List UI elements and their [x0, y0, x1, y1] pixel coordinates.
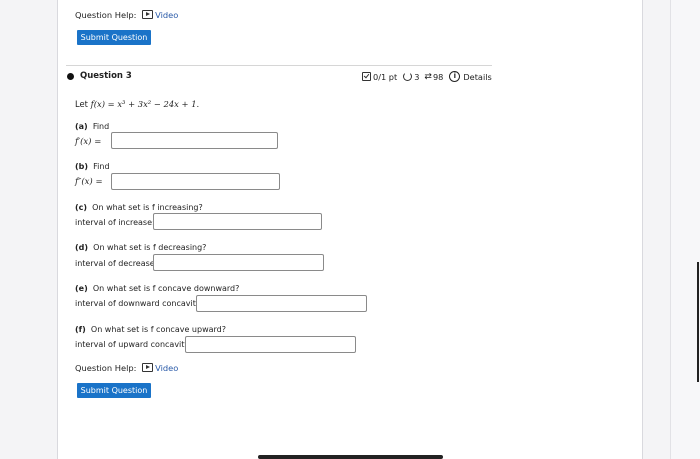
divider: [66, 65, 492, 66]
submissions-icon: ⇄: [424, 71, 432, 82]
question-title: Question 3: [80, 71, 132, 81]
part-f-question: (f) On what set is f concave upward?: [75, 325, 226, 334]
part-b-question: (b) Find: [75, 162, 110, 171]
second-derivative-input[interactable]: [111, 173, 280, 190]
part-d-question: (d) On what set is f decreasing?: [75, 243, 207, 252]
video-link[interactable]: Video: [155, 363, 178, 373]
home-indicator: [258, 455, 443, 459]
question-help-label: Question Help:: [75, 363, 137, 373]
question-help-top: Question Help: Video: [75, 10, 178, 20]
part-a-label: f′(x) =: [75, 137, 102, 147]
derivative-input[interactable]: [111, 132, 278, 149]
question-status-dot: [67, 73, 74, 80]
video-icon[interactable]: [142, 363, 154, 372]
info-icon[interactable]: i: [449, 71, 461, 82]
part-d-label: interval of decrease:: [75, 259, 158, 268]
part-b-label: f″(x) =: [75, 177, 103, 187]
concave-up-input[interactable]: [185, 336, 356, 353]
decrease-interval-input[interactable]: [153, 254, 324, 271]
submit-question-button[interactable]: Submit Question: [77, 30, 151, 45]
video-link[interactable]: Video: [155, 10, 178, 20]
submit-question-button-bottom[interactable]: Submit Question: [77, 383, 151, 398]
submissions-count: 98: [432, 71, 444, 82]
question-help-label: Question Help:: [75, 10, 137, 20]
part-e-question: (e) On what set is f concave downward?: [75, 284, 240, 293]
part-c-label: interval of increase:: [75, 218, 155, 227]
question-meta: 0/1 pt 3 ⇄ 98 i Details: [362, 71, 492, 82]
scrollbar-thumb[interactable]: [697, 262, 699, 382]
part-e-label: interval of downward concavity:: [75, 299, 203, 308]
checkbox-icon: [362, 72, 371, 81]
concave-down-input[interactable]: [196, 295, 367, 312]
part-f-label: interval of upward concavity:: [75, 340, 192, 349]
question-prompt: Let f(x) = x³ + 3x² − 24x + 1.: [75, 99, 200, 109]
points: 0/1 pt: [373, 71, 398, 82]
function-expression: f(x) = x³ + 3x² − 24x + 1.: [90, 99, 200, 109]
retry-icon: [403, 72, 413, 81]
part-c-question: (c) On what set is f increasing?: [75, 203, 203, 212]
increase-interval-input[interactable]: [153, 213, 322, 230]
right-panel: [670, 0, 700, 459]
question-help-bottom: Question Help: Video: [75, 363, 178, 373]
details-link[interactable]: Details: [463, 72, 491, 82]
video-icon[interactable]: [142, 10, 154, 19]
part-a-question: (a) Find: [75, 122, 110, 131]
retries-count: 3: [414, 71, 420, 82]
